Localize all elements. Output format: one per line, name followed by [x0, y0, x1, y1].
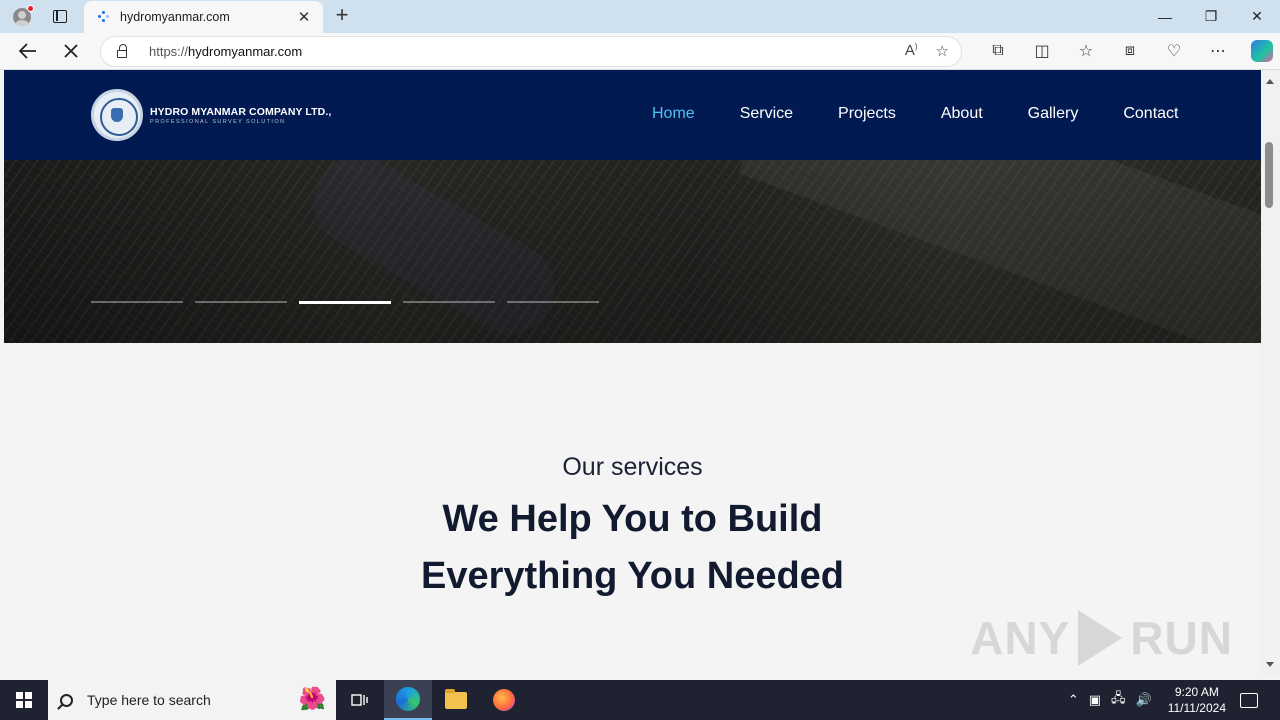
url-bar[interactable]: https://hydromyanmar.com A) ☆ — [100, 36, 962, 67]
hero-slider — [4, 160, 1261, 343]
loading-spinner-icon — [98, 11, 110, 23]
browser-toolbar: ⧉ ◫ ☆ ⧈ ♡ ⋯ — [976, 37, 1273, 65]
system-tray: ⌃ ▣ 🖧 🔊 9:20 AM 11/11/2024 — [1068, 680, 1280, 720]
logo-company-name: HYDRO MYANMAR COMPANY LTD., — [150, 105, 332, 118]
tab-close-icon[interactable]: ✕ — [295, 8, 313, 26]
scroll-up-icon[interactable] — [1266, 79, 1274, 84]
slider-indicator-active[interactable] — [299, 300, 391, 304]
slider-indicators — [91, 300, 611, 304]
page-scrollbar[interactable] — [1261, 70, 1280, 676]
split-screen-icon[interactable]: ◫ — [1020, 41, 1064, 61]
edge-icon — [396, 687, 420, 711]
address-toolbar: https://hydromyanmar.com A) ☆ ⧉ ◫ ☆ ⧈ ♡ … — [0, 33, 1280, 70]
window-controls: — ❐ ✕ — [1142, 0, 1280, 33]
copilot-icon[interactable] — [1251, 40, 1273, 62]
logo-tagline: PROFESSIONAL SURVEY SOLUTION — [150, 118, 286, 125]
tab-actions-icon[interactable] — [44, 0, 76, 33]
taskbar-edge[interactable] — [384, 680, 432, 720]
stop-loading-icon[interactable] — [57, 37, 85, 65]
notification-icon[interactable] — [1240, 692, 1258, 708]
taskbar-file-explorer[interactable] — [432, 680, 480, 720]
more-icon[interactable]: ⋯ — [1196, 41, 1240, 61]
services-section: Our services We Help You to Build Everyt… — [4, 343, 1261, 676]
windows-taskbar: Type here to search 🌺 ⌃ ▣ 🖧 🔊 9:20 AM 11… — [0, 680, 1280, 720]
browser-tab-strip: hydromyanmar.com ✕ + — ❐ ✕ — [0, 0, 1280, 33]
site-header: HYDRO MYANMAR COMPANY LTD., PROFESSIONAL… — [4, 70, 1261, 160]
minimize-button[interactable]: — — [1142, 0, 1188, 33]
search-icon — [60, 693, 73, 707]
favorite-star-icon[interactable]: ☆ — [936, 42, 949, 60]
start-button[interactable] — [0, 680, 48, 720]
clock-time: 9:20 AM — [1174, 685, 1219, 699]
nav-home[interactable]: Home — [652, 105, 695, 123]
tab-strip-left — [0, 0, 76, 33]
volume-icon[interactable]: 🔊 — [1136, 692, 1152, 708]
browser-tab[interactable]: hydromyanmar.com ✕ — [84, 1, 323, 33]
search-placeholder: Type here to search — [87, 692, 211, 708]
main-nav: Home Service Projects About Gallery Cont… — [652, 105, 1223, 123]
windows-logo-icon — [16, 692, 32, 708]
clock-date: 11/11/2024 — [1167, 701, 1226, 715]
scroll-down-icon[interactable] — [1266, 662, 1274, 667]
clock[interactable]: 9:20 AM 11/11/2024 — [1168, 684, 1226, 716]
scrollbar-thumb[interactable] — [1265, 142, 1273, 208]
logo-text: HYDRO MYANMAR COMPANY LTD., PROFESSIONAL… — [150, 106, 331, 125]
nav-service[interactable]: Service — [740, 105, 793, 123]
new-tab-button[interactable]: + — [330, 4, 354, 28]
close-window-button[interactable]: ✕ — [1234, 0, 1280, 33]
restore-button[interactable]: ❐ — [1188, 0, 1234, 33]
taskbar-firefox[interactable] — [480, 680, 528, 720]
anyrun-watermark: ANY RUN — [970, 610, 1233, 666]
play-icon — [1078, 610, 1123, 666]
nav-contact[interactable]: Contact — [1123, 105, 1178, 123]
browser-essentials-icon[interactable]: ♡ — [1152, 41, 1196, 61]
chevron-up-icon[interactable]: ⌃ — [1068, 692, 1079, 708]
search-highlight-icon: 🌺 — [298, 686, 326, 711]
favorites-icon[interactable]: ☆ — [1064, 41, 1108, 61]
firefox-icon — [493, 689, 515, 711]
meet-now-icon[interactable]: ▣ — [1089, 692, 1101, 708]
network-icon[interactable]: 🖧 — [1111, 689, 1126, 711]
company-seal-icon — [91, 89, 143, 141]
task-view-icon[interactable] — [336, 680, 384, 720]
site-logo[interactable]: HYDRO MYANMAR COMPANY LTD., PROFESSIONAL… — [91, 89, 331, 141]
folder-icon — [445, 688, 467, 709]
back-icon[interactable] — [14, 37, 42, 65]
slider-indicator[interactable] — [507, 301, 599, 303]
taskbar-search[interactable]: Type here to search 🌺 — [48, 680, 336, 720]
profile-icon[interactable] — [0, 0, 44, 33]
url-bar-actions: A) ☆ — [905, 42, 949, 60]
slider-indicator[interactable] — [195, 301, 287, 303]
services-kicker: Our services — [562, 453, 703, 481]
nav-gallery[interactable]: Gallery — [1028, 105, 1079, 123]
nav-projects[interactable]: Projects — [838, 105, 896, 123]
collections-icon[interactable]: ⧈ — [1108, 42, 1152, 60]
services-heading-line1: We Help You to Build — [442, 498, 823, 540]
url-text[interactable]: https://hydromyanmar.com — [149, 44, 302, 59]
lock-icon[interactable] — [117, 43, 127, 58]
page-viewport: HYDRO MYANMAR COMPANY LTD., PROFESSIONAL… — [4, 70, 1261, 676]
slider-indicator[interactable] — [91, 301, 183, 303]
extensions-icon[interactable]: ⧉ — [976, 42, 1020, 60]
tab-title: hydromyanmar.com — [120, 10, 230, 24]
nav-about[interactable]: About — [941, 105, 983, 123]
services-heading: We Help You to Build Everything You Need… — [4, 491, 1261, 605]
services-heading-line2: Everything You Needed — [420, 555, 845, 597]
read-aloud-icon[interactable]: A) — [905, 42, 918, 60]
slider-indicator[interactable] — [403, 301, 495, 303]
